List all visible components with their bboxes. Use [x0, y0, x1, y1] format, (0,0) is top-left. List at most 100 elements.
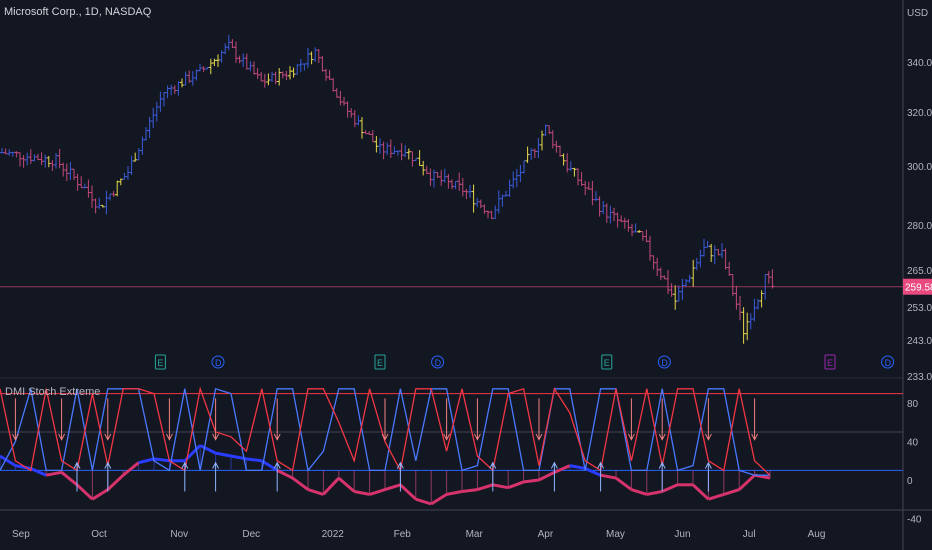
- time-label: May: [606, 529, 625, 540]
- dmi-average-line: [276, 469, 294, 480]
- time-label: Aug: [808, 529, 826, 540]
- time-label: Jun: [674, 529, 690, 540]
- event-label: E: [157, 358, 163, 368]
- buy-arrow-icon: [550, 461, 558, 492]
- sell-arrow-icon: [658, 398, 666, 441]
- dmi-average-line: [415, 497, 432, 506]
- dmi-average-line: [307, 488, 324, 496]
- dmi-average-line: [261, 459, 278, 472]
- dmi-average-line: [91, 488, 109, 501]
- dmi-average-line: [322, 477, 340, 496]
- dmi-average-line: [60, 471, 78, 486]
- sell-arrow-icon: [165, 398, 173, 441]
- indicator-tick: 0: [907, 476, 913, 487]
- event-label: D: [435, 358, 442, 368]
- dmi-average-line: [45, 470, 62, 477]
- buy-arrow-icon: [658, 461, 666, 492]
- dmi-average-line: [246, 457, 262, 463]
- time-label: Feb: [394, 529, 412, 540]
- buy-arrow-icon: [181, 461, 189, 492]
- indicator-tick: 80: [907, 399, 919, 410]
- sell-arrow-icon: [443, 398, 451, 441]
- chart-window[interactable]: 340.00 320.00 300.00 280.00 265.00 253.00 243.…: [0, 0, 932, 550]
- dmi-average-line: [122, 461, 140, 477]
- dmi-average-line: [538, 470, 556, 482]
- buy-arrow-icon: [597, 461, 605, 492]
- dmi-average-line: [569, 464, 586, 470]
- buy-arrow-icon: [489, 461, 497, 492]
- dmi-average-line: [646, 490, 663, 496]
- dmi-average-line: [691, 483, 710, 501]
- buy-arrow-icon: [212, 461, 220, 492]
- dmi-average-line: [492, 483, 509, 490]
- price-tick: 320.00: [907, 108, 932, 119]
- dmi-average-line: [215, 451, 232, 458]
- dmi-average-line: [369, 488, 386, 496]
- buy-arrow-icon: [273, 461, 281, 492]
- dmi-average-line: [461, 488, 478, 494]
- dmi-average-line: [615, 476, 633, 491]
- dmi-average-line: [138, 457, 155, 465]
- dmi-average-line: [153, 457, 170, 463]
- event-label: D: [215, 358, 222, 368]
- indicator-tick: 40: [907, 438, 919, 449]
- last-price-label: 259.58: [905, 283, 932, 294]
- time-label: Mar: [466, 529, 484, 540]
- dmi-average-line: [75, 483, 94, 501]
- dmi-average-line: [661, 483, 679, 493]
- price-tick: 300.00: [907, 162, 932, 173]
- dmi-average-line: [430, 493, 448, 506]
- dmi-average-line: [738, 474, 756, 491]
- event-label: E: [377, 358, 383, 368]
- price-tick: 233.00: [907, 372, 932, 383]
- dmi-average-line: [507, 480, 525, 490]
- event-label: D: [885, 358, 892, 368]
- indicator-tick: -40: [907, 514, 922, 525]
- symbol-title: Microsoft Corp., 1D, NASDAQ: [4, 6, 152, 18]
- dmi-average-line: [199, 444, 217, 455]
- dmi-average-line: [399, 483, 417, 501]
- event-label: E: [827, 358, 833, 368]
- dmi-average-line: [0, 454, 17, 467]
- dmi-average-line: [476, 483, 494, 492]
- dmi-average-line: [600, 473, 617, 480]
- sell-arrow-icon: [704, 398, 712, 441]
- currency-label: USD: [907, 8, 929, 19]
- dmi-average-line: [446, 490, 463, 496]
- dmi-average-line: [384, 483, 401, 492]
- dmi-average-line: [353, 490, 370, 496]
- dmi-average-line: [337, 476, 356, 493]
- dmi-average-line: [291, 476, 309, 491]
- time-label: Oct: [91, 529, 107, 540]
- dmi-average-line: [106, 474, 125, 491]
- price-chart[interactable]: 340.00 320.00 300.00 280.00 265.00 253.00 243.…: [0, 0, 932, 550]
- time-label: 2022: [322, 529, 345, 540]
- event-label: D: [661, 358, 668, 368]
- price-tick: 253.00: [907, 303, 932, 314]
- dmi-average-line: [523, 478, 540, 484]
- sell-arrow-icon: [212, 398, 220, 441]
- time-label: Nov: [170, 529, 188, 540]
- sell-arrow-icon: [627, 398, 635, 441]
- time-label: Sep: [12, 529, 30, 540]
- price-tick: 265.00: [907, 266, 932, 277]
- sell-arrow-icon: [104, 398, 112, 441]
- dmi-average-line: [723, 488, 740, 496]
- time-label: Apr: [538, 529, 554, 540]
- sell-arrow-icon: [273, 398, 281, 441]
- time-label: Jul: [743, 529, 756, 540]
- buy-arrow-icon: [704, 461, 712, 492]
- indicator-title: DMI Stoch Extreme: [5, 386, 101, 398]
- dmi-average-line: [707, 492, 725, 501]
- sell-arrow-icon: [58, 398, 66, 441]
- sell-arrow-icon: [535, 398, 543, 441]
- price-tick: 340.00: [907, 58, 932, 69]
- sell-arrow-icon: [473, 398, 481, 441]
- sell-arrow-icon: [751, 398, 759, 441]
- price-tick: 243.00: [907, 336, 932, 347]
- dmi-average-line: [630, 488, 648, 496]
- time-label: Dec: [242, 529, 260, 540]
- price-tick: 280.00: [907, 221, 932, 232]
- event-label: E: [604, 358, 610, 368]
- dmi-average-line: [30, 467, 47, 477]
